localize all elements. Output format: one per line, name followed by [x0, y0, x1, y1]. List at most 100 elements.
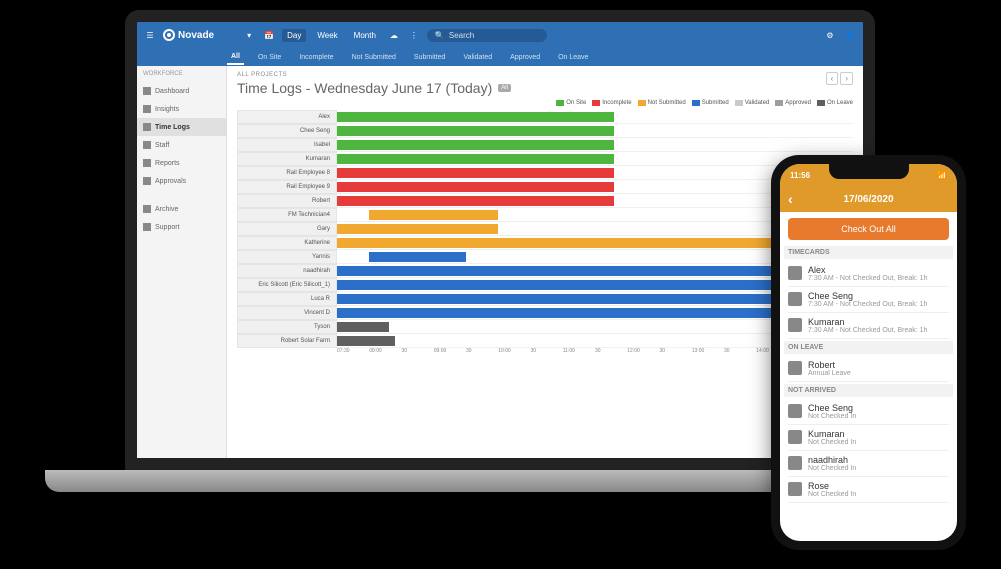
- gantt-row: Isabel: [237, 138, 853, 152]
- legend-item: Incomplete: [592, 100, 631, 106]
- view-day[interactable]: Day: [282, 29, 306, 42]
- axis-tick: 09:00: [434, 348, 466, 354]
- cloud-icon[interactable]: ☁: [387, 28, 401, 42]
- checkout-all-button[interactable]: Check Out All: [788, 218, 949, 240]
- filter-tab-validated[interactable]: Validated: [459, 51, 496, 64]
- gantt-bar[interactable]: [337, 112, 614, 122]
- legend-item: On Leave: [817, 100, 853, 106]
- sidebar-item-staff[interactable]: Staff: [137, 136, 226, 154]
- gantt-row: Alex: [237, 110, 853, 124]
- phone-list-item[interactable]: RobertAnnual Leave: [788, 356, 949, 382]
- gantt-row-label: Eric Silicott (Eric Silicott_1): [237, 278, 337, 292]
- nav-label: Support: [155, 224, 180, 231]
- sidebar: WORKFORCE Dashboard Insights Time Logs Staf…: [137, 66, 227, 458]
- nav-label: Dashboard: [155, 88, 189, 95]
- axis-tick: 30: [402, 348, 434, 354]
- search-input[interactable]: 🔍 Search: [427, 29, 547, 42]
- gantt-bar[interactable]: [337, 140, 614, 150]
- gantt-row-label: Tyson: [237, 320, 337, 334]
- phone-list-item[interactable]: Chee Seng7:30 AM - Not Checked Out, Brea…: [788, 287, 949, 313]
- sidebar-section: WORKFORCE: [137, 66, 226, 82]
- axis-tick: 30: [724, 348, 756, 354]
- legend-label: Not Submitted: [648, 100, 686, 106]
- legend-swatch: [775, 100, 783, 106]
- legend-item: Approved: [775, 100, 811, 106]
- item-sub: Not Checked In: [808, 465, 856, 472]
- gantt-row: Vincent D: [237, 306, 853, 320]
- sidebar-item-insights[interactable]: Insights: [137, 100, 226, 118]
- filter-tab-submitted[interactable]: Submitted: [410, 51, 450, 64]
- sidebar-item-approvals[interactable]: Approvals: [137, 172, 226, 190]
- sidebar-item-reports[interactable]: Reports: [137, 154, 226, 172]
- settings-icon[interactable]: ⚙: [823, 28, 837, 42]
- gantt-bar[interactable]: [369, 252, 466, 262]
- gantt-bar[interactable]: [337, 182, 614, 192]
- filter-tab-on-leave[interactable]: On Leave: [554, 51, 592, 64]
- gantt-bar[interactable]: [337, 322, 389, 332]
- nav-label: Archive: [155, 206, 178, 213]
- back-button[interactable]: ‹: [788, 191, 793, 207]
- avatar-icon: [788, 404, 802, 418]
- page-title-text: Time Logs - Wednesday June 17 (Today): [237, 80, 492, 96]
- gantt-chart: AlexChee SengIsabelKumaranRail Employee …: [237, 110, 853, 348]
- breadcrumb: ALL PROJECTS: [237, 72, 511, 78]
- gantt-row-label: Rail Employee 8: [237, 166, 337, 180]
- sidebar-item-time-logs[interactable]: Time Logs: [137, 118, 226, 136]
- more-icon[interactable]: ⋮: [407, 28, 421, 42]
- item-name: Kumaran: [808, 429, 856, 439]
- content: WORKFORCE Dashboard Insights Time Logs Staf…: [137, 66, 863, 458]
- gantt-row: Katherine: [237, 236, 853, 250]
- gantt-bar[interactable]: [337, 154, 614, 164]
- prev-button[interactable]: ‹: [826, 72, 839, 85]
- gantt-bar[interactable]: [337, 126, 614, 136]
- nav-icon: [143, 205, 151, 213]
- gantt-row-label: Luca R: [237, 292, 337, 306]
- phone-list-item[interactable]: Alex7:30 AM - Not Checked Out, Break: 1h: [788, 261, 949, 287]
- filter-icon[interactable]: ▾: [242, 28, 256, 42]
- filter-tab-incomplete[interactable]: Incomplete: [295, 51, 337, 64]
- account-icon[interactable]: 👤: [843, 28, 857, 42]
- phone-list-item[interactable]: KumaranNot Checked In: [788, 425, 949, 451]
- gantt-bar[interactable]: [337, 196, 614, 206]
- search-placeholder: Search: [449, 31, 474, 40]
- gantt-row-label: Vincent D: [237, 306, 337, 320]
- avatar-icon: [788, 266, 802, 280]
- filter-tab-approved[interactable]: Approved: [506, 51, 544, 64]
- gantt-bar[interactable]: [337, 168, 614, 178]
- gantt-bar[interactable]: [369, 210, 498, 220]
- axis-tick: 08:00: [369, 348, 401, 354]
- calendar-icon[interactable]: 📅: [262, 28, 276, 42]
- phone-list-item[interactable]: RoseNot Checked In: [788, 477, 949, 503]
- avatar-icon: [788, 318, 802, 332]
- axis-tick: 10:00: [498, 348, 530, 354]
- gantt-bar[interactable]: [337, 336, 395, 346]
- gantt-row-label: Katherine: [237, 236, 337, 250]
- gantt-bar[interactable]: [337, 224, 498, 234]
- phone-date: 17/06/2020: [843, 194, 893, 205]
- legend-swatch: [556, 100, 564, 106]
- gantt-row: FM Technician4: [237, 208, 853, 222]
- sidebar-item-archive[interactable]: Archive: [137, 200, 226, 218]
- gantt-row-label: FM Technician4: [237, 208, 337, 222]
- menu-icon[interactable]: ☰: [143, 28, 157, 42]
- sidebar-item-dashboard[interactable]: Dashboard: [137, 82, 226, 100]
- title-badge[interactable]: All: [498, 84, 511, 92]
- item-name: Rose: [808, 481, 856, 491]
- view-week[interactable]: Week: [312, 29, 342, 42]
- filter-tab-on-site[interactable]: On Site: [254, 51, 285, 64]
- item-name: Chee Seng: [808, 403, 856, 413]
- nav-label: Time Logs: [155, 124, 190, 131]
- phone-list-item[interactable]: Chee SengNot Checked In: [788, 399, 949, 425]
- nav-label: Staff: [155, 142, 169, 149]
- legend-swatch: [817, 100, 825, 106]
- legend-label: On Site: [566, 100, 586, 106]
- next-button[interactable]: ›: [840, 72, 853, 85]
- filter-tab-all[interactable]: All: [227, 50, 244, 65]
- view-month[interactable]: Month: [349, 29, 381, 42]
- pager: ‹ ›: [826, 72, 853, 85]
- phone-list-item[interactable]: naadhirahNot Checked In: [788, 451, 949, 477]
- item-name: Alex: [808, 265, 927, 275]
- sidebar-item-support[interactable]: Support: [137, 218, 226, 236]
- filter-tab-not-submitted[interactable]: Not Submitted: [348, 51, 400, 64]
- phone-list-item[interactable]: Kumaran7:30 AM - Not Checked Out, Break:…: [788, 313, 949, 339]
